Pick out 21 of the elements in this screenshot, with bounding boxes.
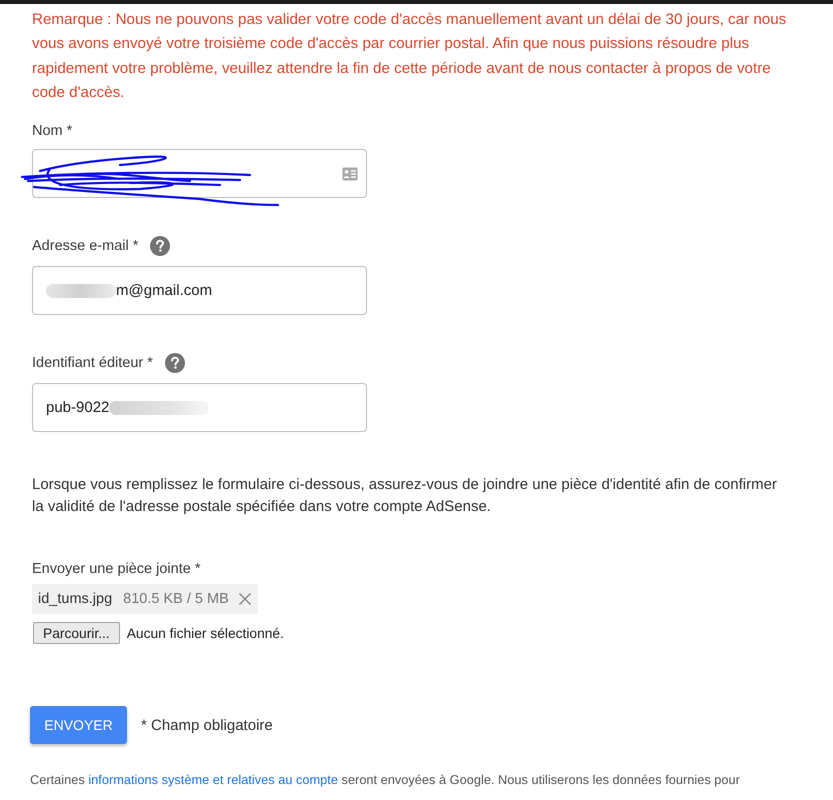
file-name: id_tums.jpg <box>38 591 112 608</box>
file-size: 810.5 KB / 5 MB <box>123 591 229 608</box>
help-icon[interactable] <box>150 236 170 256</box>
field-label: Adresse e-mail * <box>32 238 138 254</box>
text-field[interactable] <box>32 149 367 198</box>
help-icon[interactable] <box>164 353 185 374</box>
field-label: Nom * <box>32 123 72 140</box>
warning-notice: Remarque : Nous ne pouvons pas valider votre code d'accès manuellement avant un délai de 30 jours, car nous vous avons envoyé votre troisième code d'accès par courrier postal. Afin que nous puissions résoudre plus rapidement votre problème, veuillez attendre la fin de cette période avant de nous contacter à propos de votre code d'accès. <box>32 10 788 103</box>
file-status-text: Aucun fichier sélectionné. <box>126 626 284 641</box>
disclaimer-text: Certaines informations système et relatives au compte seront envoyées à Google. Nous utiliserons les données fournies pour <box>30 772 741 788</box>
field-label: Envoyer une pièce jointe * <box>32 560 202 580</box>
instructions-text: Lorsque vous remplissez le formulaire ci-dessous, assurez-vous de joindre une pièce d'identité afin de confirmer la validité de l'adresse postale spécifiée dans votre compte AdSense. <box>32 475 778 518</box>
submit-button[interactable]: ENVOYER <box>30 706 127 744</box>
field-label: Identifiant éditeur * <box>32 355 153 372</box>
blurred-text <box>46 284 116 298</box>
text-field[interactable]: pub-9022 <box>32 383 367 432</box>
required-note: * Champ obligatoire <box>141 716 273 734</box>
account-info-link[interactable]: informations système et relatives au compte <box>88 772 338 788</box>
browse-button[interactable]: Parcourir... <box>33 622 120 644</box>
close-icon[interactable] <box>238 592 252 606</box>
text-field[interactable]: m@gmail.com <box>32 266 367 316</box>
